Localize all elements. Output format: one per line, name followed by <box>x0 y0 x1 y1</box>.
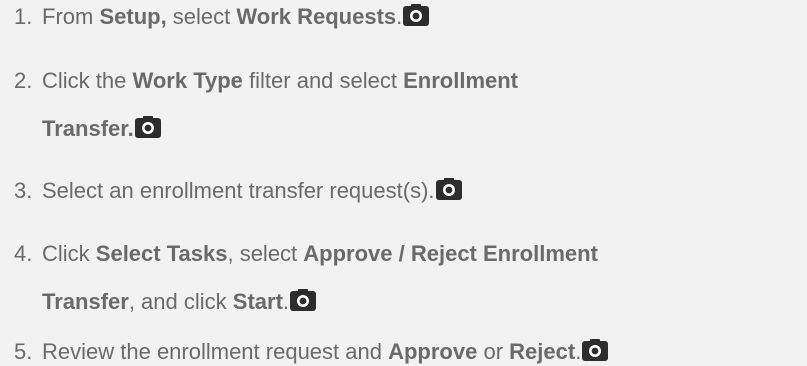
step-text: From Setup, select Work Requests. <box>42 3 430 31</box>
step-number: 1. <box>14 4 33 29</box>
camera-icon[interactable] <box>290 289 317 311</box>
camera-icon[interactable] <box>435 178 462 200</box>
camera-icon[interactable] <box>134 116 161 138</box>
step-text: Click Select Tasks, select Approve / Rej… <box>42 241 598 266</box>
step-number: 3. <box>14 178 33 203</box>
instruction-steps: 1. From Setup, select Work Requests. 2. … <box>0 0 807 366</box>
step-number: 4. <box>14 241 33 266</box>
step-number: 5. <box>14 339 33 364</box>
step-text: Review the enrollment request and Approv… <box>42 338 609 366</box>
step-text: Select an enrollment transfer request(s)… <box>42 177 462 205</box>
camera-icon[interactable] <box>582 339 609 361</box>
step-text: Click the Work Type filter and select En… <box>42 68 519 93</box>
step-number: 2. <box>14 68 33 93</box>
step-text: Transfer. <box>42 115 161 143</box>
camera-icon[interactable] <box>403 4 430 26</box>
step-text: Transfer, and click Start. <box>42 288 317 316</box>
